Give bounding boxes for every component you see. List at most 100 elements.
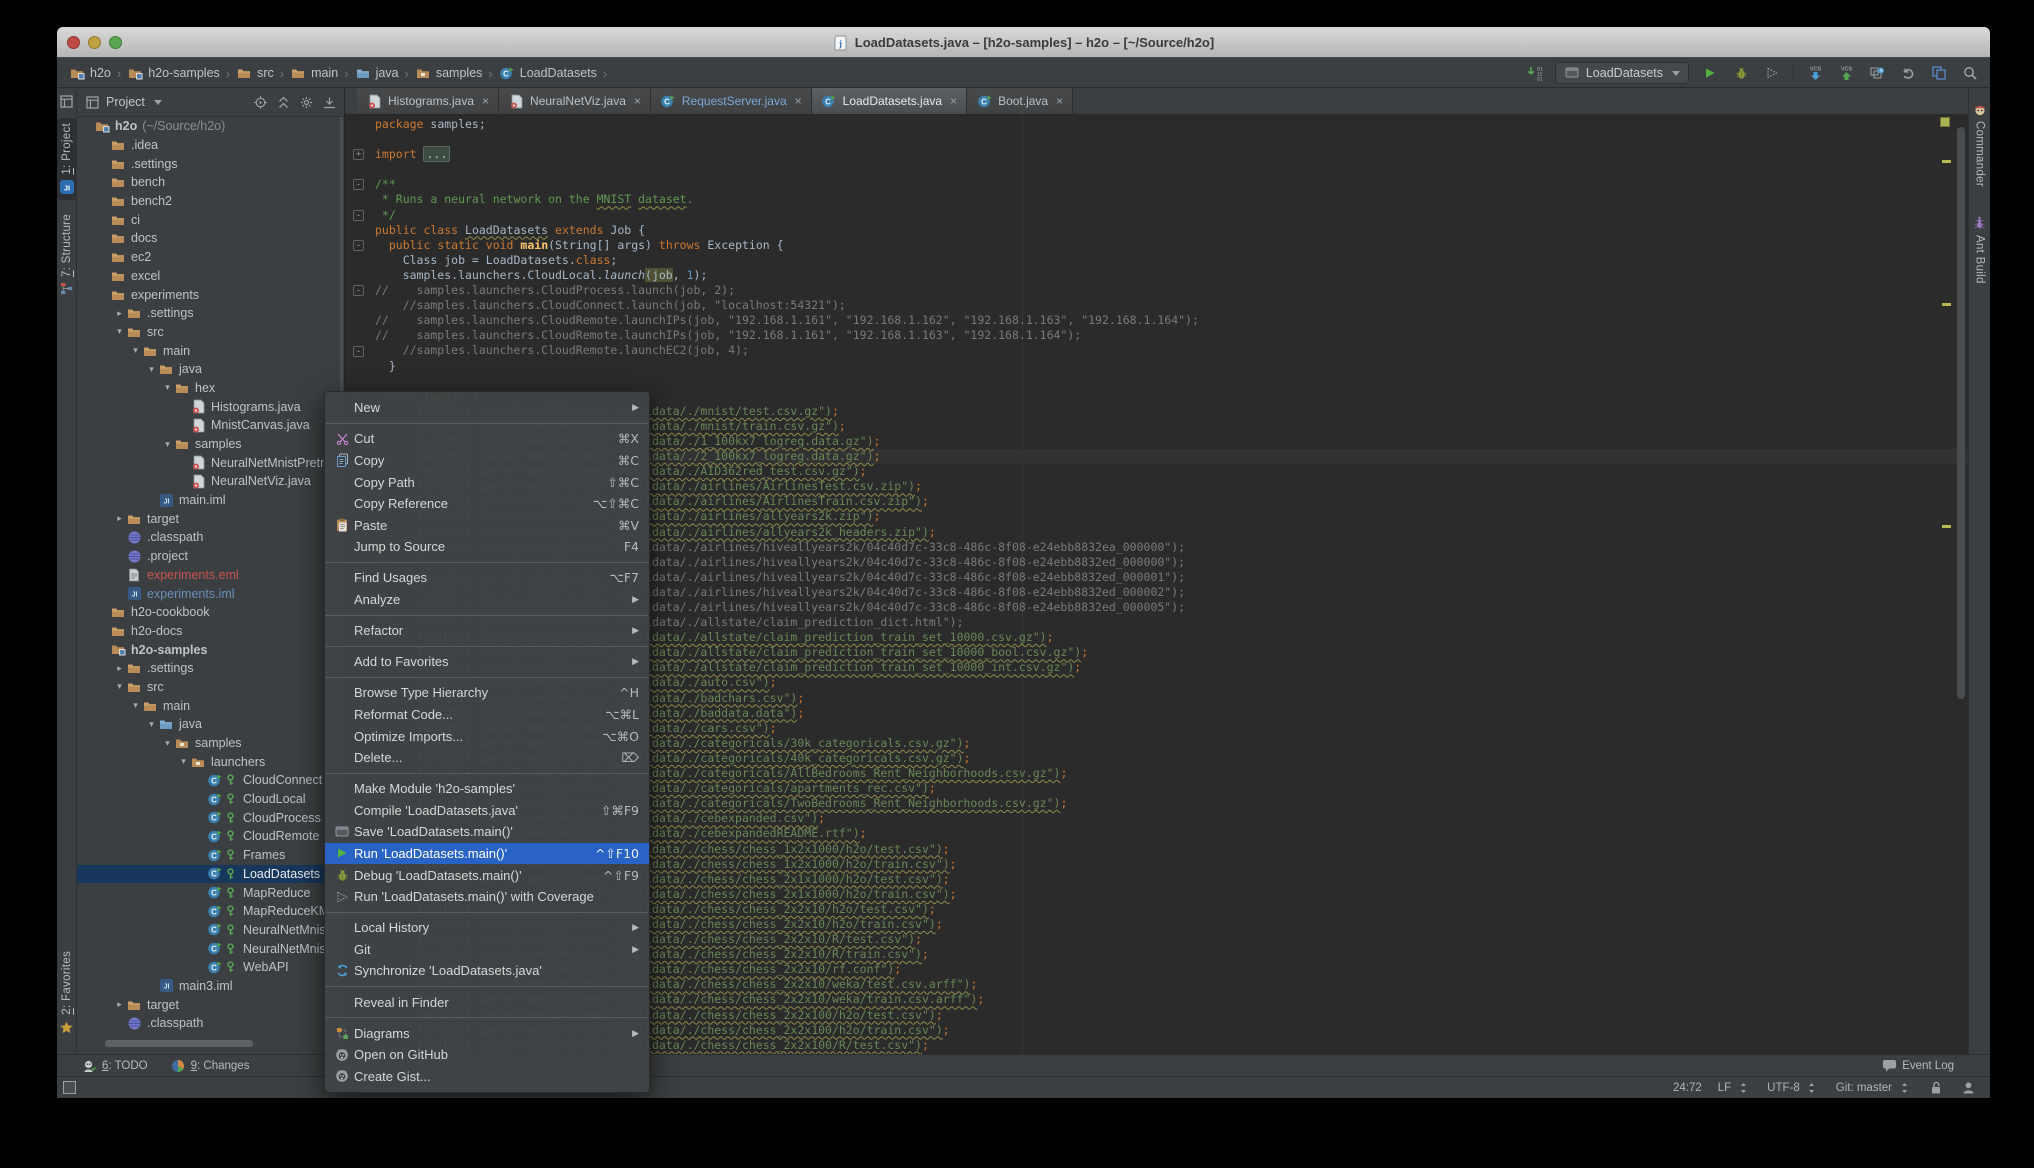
tree-item-h2o-cookbook[interactable]: h2o-cookbook	[77, 603, 344, 622]
tree-item-hex[interactable]: ▾hex	[77, 379, 344, 398]
menu-item-synchronize-loaddatasets-java-[interactable]: Synchronize 'LoadDatasets.java'	[325, 960, 649, 982]
menu-item-make-module-h2o-samples-[interactable]: Make Module 'h2o-samples'	[325, 778, 649, 800]
menu-item-copy-reference[interactable]: Copy Reference⌥⇧⌘C	[325, 493, 649, 515]
breadcrumb-item[interactable]: main	[288, 65, 340, 81]
vcs-up-button[interactable]: VCS	[1836, 62, 1856, 84]
tree-item-cloudremote[interactable]: CCloudRemote	[77, 827, 344, 846]
tree-item-java[interactable]: ▾java	[77, 360, 344, 379]
tree-item-src[interactable]: ▾src	[77, 678, 344, 697]
tree-item-neuralnetmnistpretr[interactable]: NeuralNetMnistPretr	[77, 453, 344, 472]
tree-item-frames[interactable]: CFrames	[77, 846, 344, 865]
menu-item-save-loaddatasets-main-[interactable]: Save 'LoadDatasets.main()'	[325, 821, 649, 843]
tree-item-docs[interactable]: docs	[77, 229, 344, 248]
chevron-expanded-icon[interactable]: ▾	[129, 345, 142, 356]
breadcrumb-item[interactable]: java	[353, 65, 401, 81]
warning-stripe-mark[interactable]	[1942, 303, 1951, 306]
tool-window-button-structure[interactable]: 7: Structure	[57, 209, 77, 302]
minimize-window-button[interactable]	[88, 36, 101, 49]
chevron-expanded-icon[interactable]: ▾	[177, 756, 190, 767]
tree-item-ci[interactable]: ci	[77, 210, 344, 229]
close-tab-icon[interactable]: ×	[482, 94, 489, 108]
tree-item-main-iml[interactable]: JImain.iml	[77, 491, 344, 510]
editor-scrollbar[interactable]	[1957, 127, 1965, 699]
tree-item--project[interactable]: .project	[77, 547, 344, 566]
tree-item-mnistcanvas-java[interactable]: MnistCanvas.java	[77, 416, 344, 435]
menu-item-open-on-github[interactable]: Open on GitHub	[325, 1044, 649, 1066]
warning-stripe-mark[interactable]	[1942, 525, 1951, 528]
tree-item-h2o-docs[interactable]: h2o-docs	[77, 622, 344, 641]
tool-window-quick-access-button[interactable]	[63, 1081, 76, 1094]
tool-window-button-eventlog[interactable]: Event Log	[1881, 1058, 1954, 1074]
breadcrumb-item[interactable]: src	[234, 65, 276, 81]
tree-item-histograms-java[interactable]: Histograms.java	[77, 397, 344, 416]
tree-item-target[interactable]: ▸target	[77, 995, 344, 1014]
shelf-button[interactable]	[1867, 62, 1887, 84]
menu-item-new[interactable]: New▶	[325, 397, 649, 419]
menu-item-run-loaddatasets-main-[interactable]: Run 'LoadDatasets.main()'^⇧F10	[325, 843, 649, 865]
status-widget-lf[interactable]: LF	[1718, 1080, 1751, 1096]
tree-item-ec2[interactable]: ec2	[77, 248, 344, 267]
chevron-expanded-icon[interactable]: ▾	[161, 382, 174, 393]
chevron-collapsed-icon[interactable]: ▸	[113, 999, 126, 1010]
tree-item-target[interactable]: ▸target	[77, 509, 344, 528]
menu-item-create-gist-[interactable]: Create Gist...	[325, 1066, 649, 1088]
breadcrumb-item[interactable]: CLoadDatasets	[497, 65, 599, 81]
tree-item-h2o[interactable]: h2o (~/Source/h2o)	[77, 117, 344, 136]
status-widget-gitmaster[interactable]: Git: master	[1836, 1080, 1912, 1096]
tree-item--idea[interactable]: .idea	[77, 136, 344, 155]
breadcrumb-item[interactable]: h2o-samples	[125, 65, 222, 81]
tool-window-button-changes[interactable]: 9: Changes	[170, 1058, 250, 1074]
chevron-expanded-icon[interactable]: ▾	[129, 700, 142, 711]
breadcrumb-item[interactable]: h2o	[67, 65, 113, 81]
chevron-expanded-icon[interactable]: ▾	[145, 364, 158, 375]
tree-item-neuralnetmnist[interactable]: CNeuralNetMnist	[77, 921, 344, 940]
tool-window-button-antbuild[interactable]: Ant Build	[1970, 210, 1990, 289]
menu-item-paste[interactable]: Paste⌘V	[325, 514, 649, 536]
zoom-window-button[interactable]	[109, 36, 122, 49]
menu-item-delete-[interactable]: Delete...⌦	[325, 747, 649, 769]
tree-item-cloudlocal[interactable]: CCloudLocal	[77, 790, 344, 809]
tree-item-samples[interactable]: ▾samples	[77, 734, 344, 753]
chevron-down-icon[interactable]	[154, 100, 162, 105]
editor-tab-loaddatasets-java[interactable]: CLoadDatasets.java×	[812, 88, 967, 114]
tree-item-cloudprocess[interactable]: CCloudProcess	[77, 808, 344, 827]
menu-item-cut[interactable]: Cut⌘X	[325, 428, 649, 450]
menu-item-optimize-imports-[interactable]: Optimize Imports...⌥⌘O	[325, 725, 649, 747]
run-button[interactable]	[1700, 62, 1720, 84]
tree-item-main[interactable]: ▾main	[77, 341, 344, 360]
target-button[interactable]	[252, 91, 268, 113]
lock-button[interactable]	[1928, 1080, 1944, 1096]
tree-item-h2o-samples[interactable]: h2o-samples	[77, 640, 344, 659]
tree-horizontal-scrollbar[interactable]	[105, 1040, 253, 1047]
tree-item-webapi[interactable]: CWebAPI	[77, 958, 344, 977]
menu-item-analyze[interactable]: Analyze▶	[325, 589, 649, 611]
close-tab-icon[interactable]: ×	[795, 94, 802, 108]
status-widget-utf8[interactable]: UTF-8	[1767, 1080, 1820, 1096]
caret-position[interactable]: 24:72	[1673, 1082, 1702, 1094]
fold-toggle-icon[interactable]: -	[353, 210, 364, 221]
coverage-button[interactable]	[1762, 62, 1782, 84]
editor-tab-boot-java[interactable]: CBoot.java×	[967, 88, 1073, 114]
tool-window-button-todo[interactable]: 6: TODO	[81, 1058, 148, 1074]
gear-button[interactable]	[298, 91, 314, 113]
inspection-status-square[interactable]	[1940, 117, 1950, 127]
menu-item-add-to-favorites[interactable]: Add to Favorites▶	[325, 651, 649, 673]
tree-item-excel[interactable]: excel	[77, 267, 344, 286]
menu-item-local-history[interactable]: Local History▶	[325, 917, 649, 939]
chevron-expanded-icon[interactable]: ▾	[113, 681, 126, 692]
tool-window-button-favorites[interactable]: 2: Favorites	[57, 946, 77, 1040]
tree-item-src[interactable]: ▾src	[77, 323, 344, 342]
tree-item-neuralnetmnistd[interactable]: CNeuralNetMnistD	[77, 939, 344, 958]
hector-button[interactable]	[1960, 1080, 1976, 1096]
editor-tab-histograms-java[interactable]: Histograms.java×	[357, 88, 499, 114]
chevron-expanded-icon[interactable]: ▾	[161, 738, 174, 749]
tree-item--settings[interactable]: .settings	[77, 154, 344, 173]
menu-item-git[interactable]: Git▶	[325, 939, 649, 961]
chevron-collapsed-icon[interactable]: ▸	[113, 513, 126, 524]
chevron-expanded-icon[interactable]: ▾	[113, 326, 126, 337]
tool-window-button-project[interactable]: 1: ProjectJI	[57, 118, 77, 200]
tree-item-loaddatasets[interactable]: CLoadDatasets	[77, 865, 344, 884]
debug-button[interactable]	[1731, 62, 1751, 84]
tree-item-bench[interactable]: bench	[77, 173, 344, 192]
close-window-button[interactable]	[67, 36, 80, 49]
